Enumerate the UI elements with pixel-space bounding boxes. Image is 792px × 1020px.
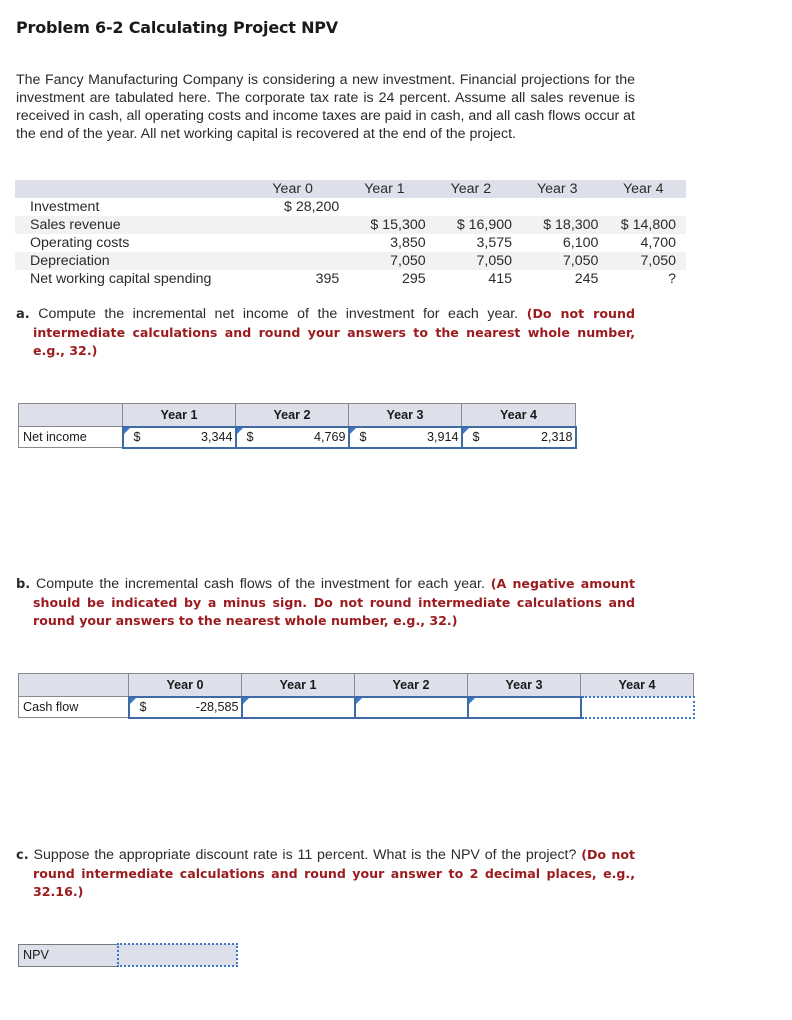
row-label: Sales revenue [30,217,121,233]
projections-row-sales-revenue: Sales revenue $ 15,300 $ 16,900 $ 18,300… [15,216,686,234]
cell-value [514,198,600,216]
net-income-year-2-input[interactable]: $ 4,769 [234,425,350,449]
cell-value: 4,700 [640,235,676,251]
currency-symbol: $ [359,429,367,444]
net-income-label: Net income [18,426,123,448]
net-income-grid: Year 1 Year 2 Year 3 Year 4 Net income $… [18,403,577,449]
grid-header-year-4: Year 4 [580,673,694,697]
cell-value: 295 [401,271,426,287]
projections-header-year-2: Year 2 [450,181,492,197]
projections-header-year-0: Year 0 [272,181,313,197]
cell-value: $ 15,300 [370,217,426,233]
cell-value [600,198,686,216]
cell-value [341,198,427,216]
flag-marker-icon [468,697,475,704]
question-a-text: Compute the incremental net income of th… [38,306,519,322]
question-c-letter: c. [16,848,29,863]
projections-row-nwc-spending: Net working capital spending 395 295 415… [15,270,686,288]
question-c: c. Suppose the appropriate discount rate… [16,846,635,901]
cell-value: $ 16,900 [456,217,513,233]
input-value: 4,769 [313,429,346,444]
cell-value: 3,575 [476,235,513,251]
flag-marker-icon [349,427,356,434]
cell-value: $ 14,800 [620,217,676,233]
problem-description: The Fancy Manufacturing Company is consi… [16,72,635,142]
cell-value [244,234,341,252]
npv-input[interactable] [116,943,238,967]
npv-grid: NPV [18,943,238,967]
row-label: Depreciation [30,253,110,269]
currency-symbol: $ [139,699,147,714]
projections-header-year-4: Year 4 [622,181,664,197]
cell-value: ? [668,271,676,287]
cash-flow-year-3-input[interactable] [466,695,582,719]
cell-value [244,252,341,270]
cash-flow-year-1-input[interactable] [240,695,356,719]
row-label: Operating costs [30,235,130,251]
projections-header-row: Year 0 Year 1 Year 2 Year 3 Year 4 [15,180,686,198]
grid-header-year-4: Year 4 [461,403,576,427]
projections-row-investment: Investment $ 28,200 [15,198,686,216]
input-value: 3,344 [200,429,233,444]
flag-marker-icon [123,427,130,434]
input-value: 2,318 [540,429,573,444]
question-a: a. Compute the incremental net income of… [16,305,635,360]
cell-value: 415 [488,271,513,287]
cell-value: 395 [315,271,340,287]
grid-header-year-3: Year 3 [348,403,462,427]
grid-header-blank [18,673,129,697]
projections-row-depreciation: Depreciation 7,050 7,050 7,050 7,050 [15,252,686,270]
input-value: 3,914 [426,429,459,444]
question-c-text: Suppose the appropriate discount rate is… [33,847,577,863]
currency-symbol: $ [133,429,141,444]
flag-marker-icon [236,427,243,434]
cell-value: 7,050 [640,253,676,269]
grid-header-year-2: Year 2 [235,403,349,427]
row-label: Net working capital spending [30,271,212,287]
currency-symbol: $ [246,429,254,444]
projections-header-year-3: Year 3 [536,181,578,197]
question-a-letter: a. [16,307,30,322]
cell-value: $ 28,200 [284,199,340,215]
cell-value: 7,050 [476,253,513,269]
cash-flow-label: Cash flow [18,696,129,718]
projections-row-operating-costs: Operating costs 3,850 3,575 6,100 4,700 [15,234,686,252]
cell-value [244,216,341,234]
cell-value: 3,850 [390,235,426,251]
cash-flow-year-2-input[interactable] [353,695,469,719]
grid-header-year-0: Year 0 [128,673,242,697]
cell-value: 7,050 [390,253,426,269]
grid-header-year-3: Year 3 [467,673,581,697]
cell-value: 7,050 [562,253,599,269]
input-value: -28,585 [195,699,239,714]
grid-header-year-2: Year 2 [354,673,468,697]
question-b-letter: b. [16,577,31,592]
npv-label: NPV [18,943,118,967]
flag-marker-icon [129,697,136,704]
cash-flow-grid: Year 0 Year 1 Year 2 Year 3 Year 4 Cash … [18,673,695,719]
grid-header-blank [18,403,123,427]
cell-value: $ 18,300 [543,217,599,233]
flag-marker-icon [242,697,249,704]
cell-value: 6,100 [562,235,599,251]
flag-marker-icon [462,427,469,434]
question-b-text: Compute the incremental cash flows of th… [36,576,485,592]
cash-flow-year-4-input[interactable] [579,695,695,719]
currency-symbol: $ [472,429,480,444]
flag-marker-icon [355,697,362,704]
projections-header-blank [15,180,244,198]
cash-flow-year-0-input[interactable]: $ -28,585 [127,695,243,719]
net-income-year-1-input[interactable]: $ 3,344 [121,425,237,449]
question-b: b. Compute the incremental cash flows of… [16,575,635,630]
row-label: Investment [30,199,100,215]
projections-table: Year 0 Year 1 Year 2 Year 3 Year 4 Inves… [15,180,686,288]
net-income-year-3-input[interactable]: $ 3,914 [347,425,463,449]
cell-value: 245 [574,271,599,287]
cell-value [428,198,514,216]
page-title: Problem 6-2 Calculating Project NPV [16,18,338,37]
net-income-year-4-input[interactable]: $ 2,318 [460,425,577,449]
grid-header-year-1: Year 1 [122,403,236,427]
grid-header-year-1: Year 1 [241,673,355,697]
projections-header-year-1: Year 1 [364,181,405,197]
